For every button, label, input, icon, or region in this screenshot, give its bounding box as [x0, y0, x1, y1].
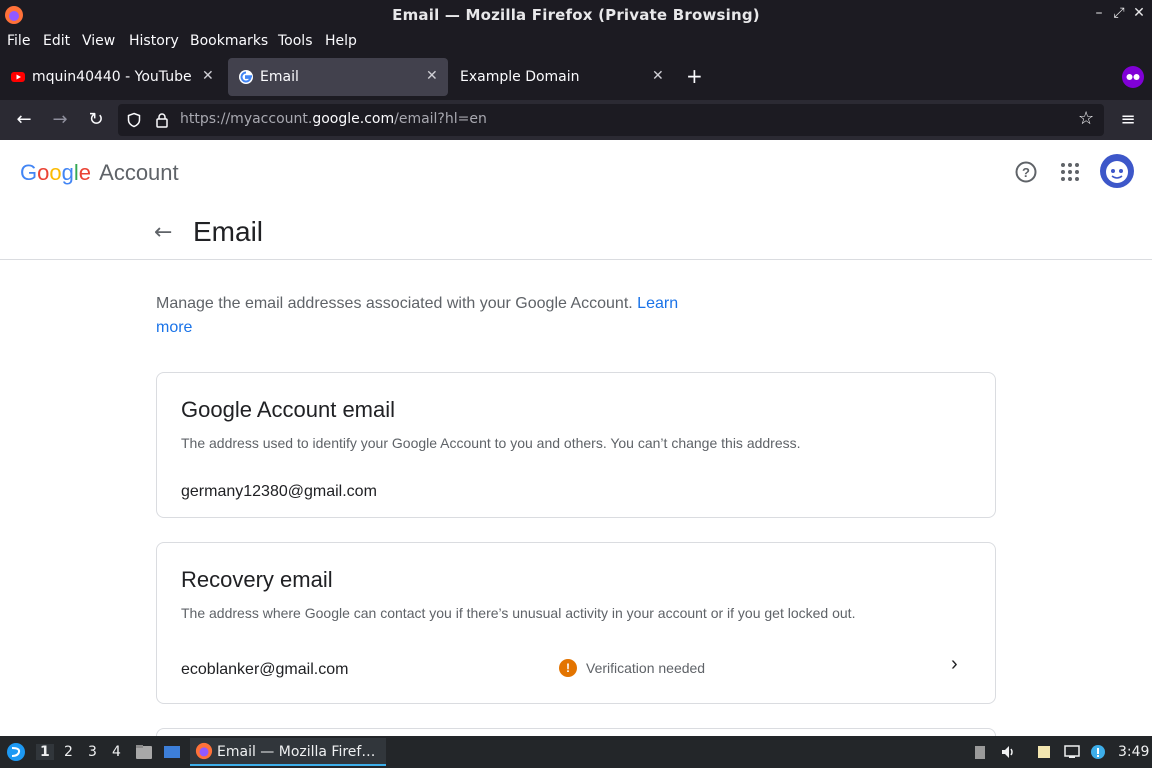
google-account-email-value: germany12380@gmail.com [181, 483, 377, 500]
app-menu-icon[interactable]: ≡ [1116, 108, 1140, 132]
url-domain: google.com [312, 111, 395, 127]
url-bar[interactable]: https://myaccount.google.com/email?hl=en… [118, 104, 1104, 136]
google-g-icon [239, 70, 253, 84]
menu-edit[interactable]: Edit [43, 33, 70, 49]
reload-icon[interactable]: ↻ [84, 108, 108, 132]
chevron-right-icon[interactable]: › [951, 653, 958, 676]
task-label: Email — Mozilla Firef… [217, 744, 376, 760]
clipboard-icon[interactable] [972, 744, 988, 760]
firefox-icon [195, 742, 213, 760]
shield-icon[interactable] [126, 112, 142, 128]
card-description: The address where Google can contact you… [181, 605, 856, 621]
bookmark-star-icon[interactable]: ☆ [1078, 108, 1094, 129]
account-wordmark: Account [99, 160, 179, 185]
private-browsing-icon [1122, 66, 1144, 88]
minimize-icon[interactable]: – [1090, 5, 1108, 21]
google-account-email-card: Google Account email The address used to… [156, 372, 996, 518]
close-window-icon[interactable]: ✕ [1130, 5, 1148, 21]
menu-file[interactable]: File [7, 33, 30, 49]
workspace-2[interactable]: 2 [64, 744, 73, 760]
page-title-row: ← Email [0, 204, 1152, 260]
close-tab-icon[interactable]: ✕ [426, 68, 438, 84]
taskbar: 1 2 3 4 Email — Mozilla Firef… 3:49 [0, 736, 1152, 768]
page-title: Email [193, 216, 264, 247]
network-icon[interactable] [1064, 744, 1080, 760]
clock[interactable]: 3:49 [1118, 744, 1149, 760]
card-description: The address used to identify your Google… [181, 435, 801, 451]
tab-youtube[interactable]: mquin40440 - YouTube ✕ [0, 58, 224, 96]
tab-bar: mquin40440 - YouTube ✕ Email ✕ Example D… [0, 54, 1152, 100]
back-arrow-icon[interactable]: ← [154, 220, 172, 245]
menu-tools[interactable]: Tools [278, 33, 313, 49]
tab-label: Example Domain [460, 69, 580, 85]
taskbar-task-firefox[interactable]: Email — Mozilla Firef… [190, 738, 386, 766]
workspace-1[interactable]: 1 [36, 744, 54, 760]
lock-icon[interactable] [154, 112, 170, 128]
recovery-email-value: ecoblanker@gmail.com [181, 661, 349, 678]
menu-bar: File Edit View History Bookmarks Tools H… [0, 30, 1152, 54]
youtube-icon [11, 72, 25, 82]
notes-icon[interactable] [1036, 744, 1052, 760]
card-heading: Google Account email [181, 397, 396, 422]
tab-label: Email [260, 69, 299, 85]
tab-email[interactable]: Email ✕ [228, 58, 448, 96]
url-text[interactable]: https://myaccount.google.com/email?hl=en [180, 111, 487, 127]
workspace-4[interactable]: 4 [112, 744, 121, 760]
tab-label: mquin40440 - YouTube [32, 69, 192, 85]
help-icon[interactable]: ? [1014, 160, 1038, 184]
desktop-icon[interactable] [162, 742, 182, 762]
menu-bookmarks[interactable]: Bookmarks [190, 33, 268, 49]
recovery-email-card[interactable]: Recovery email The address where Google … [156, 542, 996, 704]
apps-grid-icon[interactable] [1058, 160, 1082, 184]
back-icon[interactable]: ← [12, 108, 36, 132]
warning-icon: ! [559, 659, 577, 677]
file-manager-icon[interactable] [134, 742, 154, 762]
google-account-logo[interactable]: Google Account [20, 160, 179, 186]
workspace-3[interactable]: 3 [88, 744, 97, 760]
maximize-icon[interactable]: ⤢ [1110, 5, 1128, 21]
window-title: Email — Mozilla Firefox (Private Browsin… [392, 6, 760, 24]
intro-text: Manage the email addresses associated wi… [156, 292, 696, 340]
start-menu-icon[interactable] [6, 742, 26, 762]
url-prefix: https://myaccount. [180, 111, 313, 127]
card-heading: Recovery email [181, 567, 333, 592]
svg-text:?: ? [1022, 165, 1030, 180]
menu-help[interactable]: Help [325, 33, 357, 49]
avatar[interactable] [1100, 154, 1134, 188]
google-wordmark: Google [20, 160, 92, 185]
web-page: Google Account ? ← Email Manage the emai… [0, 140, 1152, 736]
window-titlebar: Email — Mozilla Firefox (Private Browsin… [0, 0, 1152, 30]
close-tab-icon[interactable]: ✕ [202, 68, 214, 84]
new-tab-button[interactable]: + [686, 64, 703, 88]
navigation-toolbar: ← → ↻ https://myaccount.google.com/email… [0, 100, 1152, 140]
intro-description: Manage the email addresses associated wi… [156, 295, 633, 312]
google-account-header: Google Account ? [0, 140, 1152, 204]
menu-history[interactable]: History [129, 33, 179, 49]
forward-icon[interactable]: → [48, 108, 72, 132]
tab-example-domain[interactable]: Example Domain ✕ [452, 58, 672, 96]
next-card [156, 728, 996, 736]
close-tab-icon[interactable]: ✕ [652, 68, 664, 84]
url-suffix: /email?hl=en [394, 111, 487, 127]
verification-status: Verification needed [586, 660, 706, 676]
notification-icon[interactable] [1090, 744, 1106, 760]
volume-icon[interactable] [1000, 744, 1016, 760]
menu-view[interactable]: View [82, 33, 115, 49]
